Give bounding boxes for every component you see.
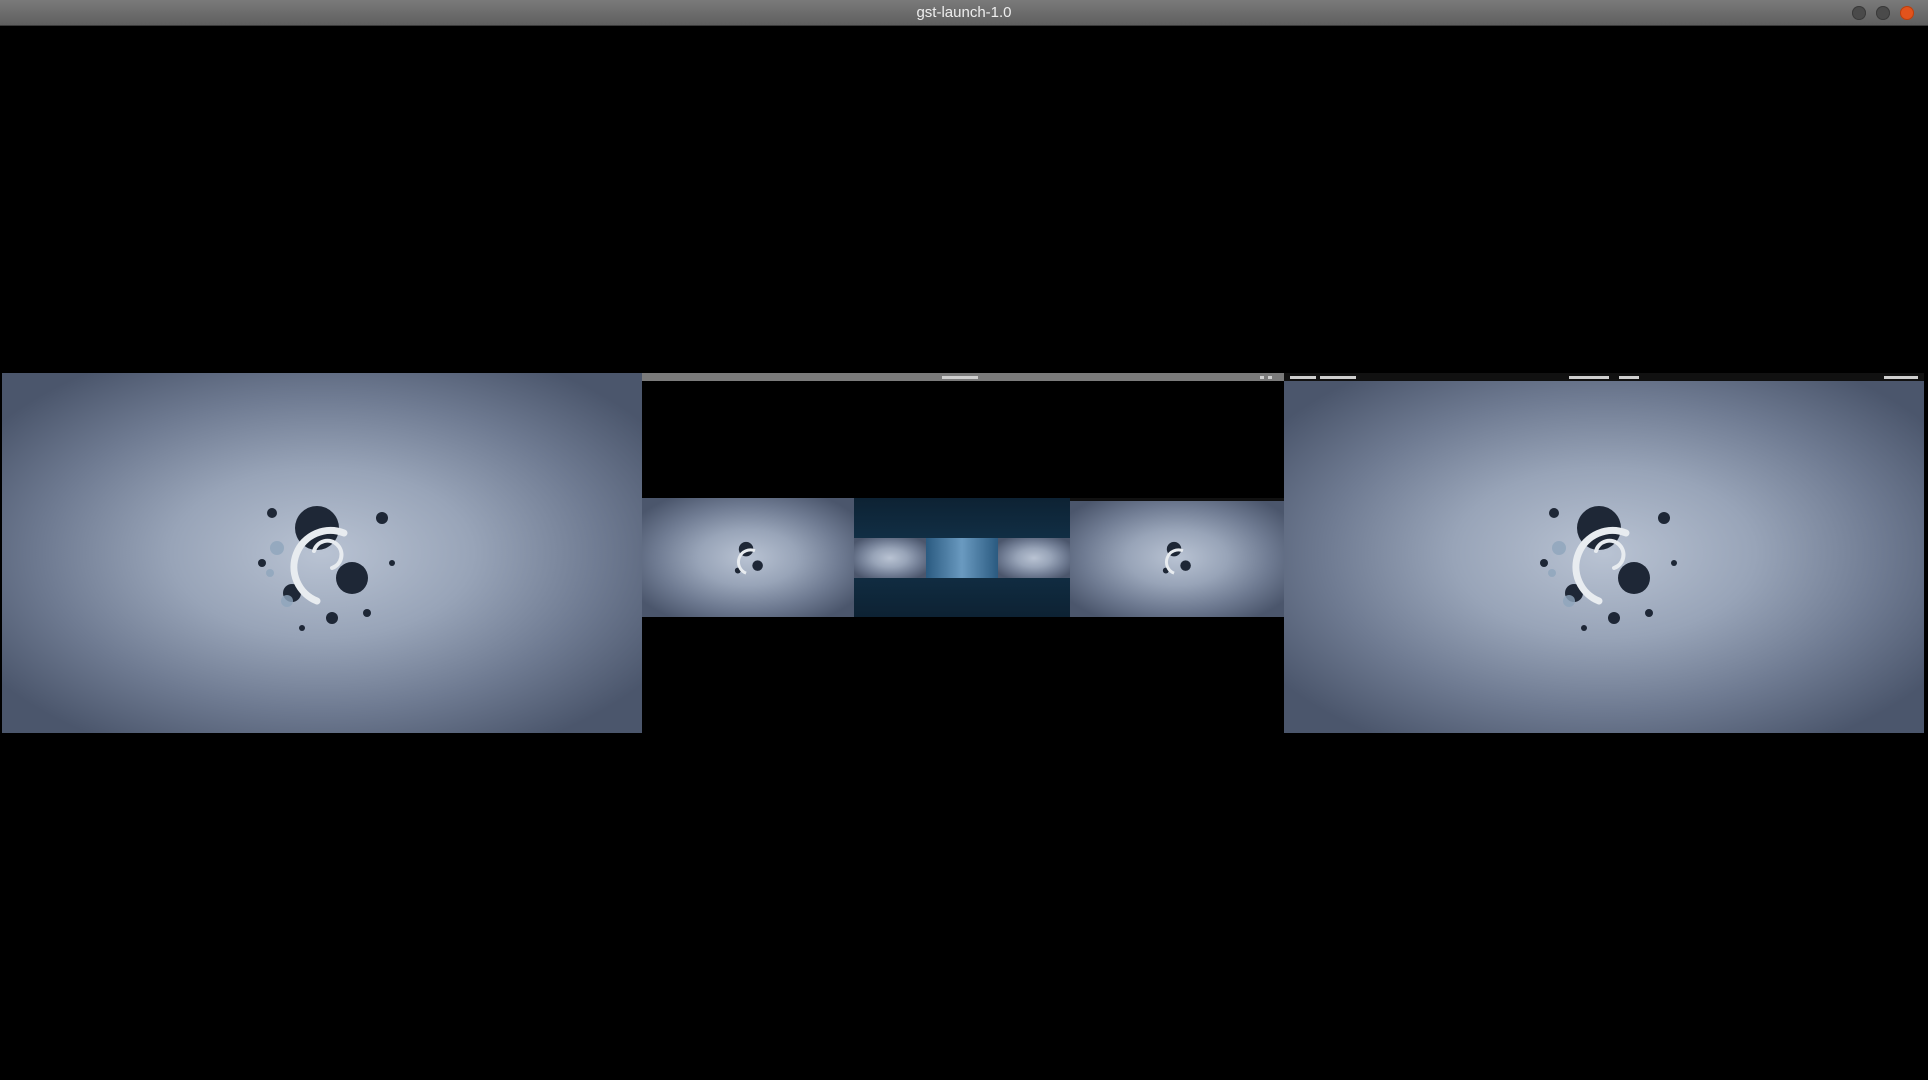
nested-tile-right xyxy=(1070,498,1284,617)
maximize-button[interactable] xyxy=(1876,6,1890,20)
debian-swirl-icon xyxy=(258,506,395,631)
nested-tile-left xyxy=(642,498,854,617)
video-output-area xyxy=(2,26,1926,1080)
debian-swirl-icon xyxy=(1162,541,1191,575)
close-button[interactable] xyxy=(1900,6,1914,20)
nested-tile-center xyxy=(854,498,1070,617)
window-titlebar[interactable]: gst-launch-1.0 xyxy=(0,0,1928,26)
desktop-top-panel xyxy=(1284,373,1924,381)
minimize-button[interactable] xyxy=(1852,6,1866,20)
video-tile-right xyxy=(1284,373,1924,733)
video-tile-center xyxy=(642,373,1284,733)
debian-swirl-icon xyxy=(1540,506,1677,631)
debian-swirl-icon xyxy=(734,541,763,575)
window-title: gst-launch-1.0 xyxy=(916,4,1012,21)
nested-titlebar xyxy=(642,373,1284,381)
video-tile-left xyxy=(2,373,642,733)
